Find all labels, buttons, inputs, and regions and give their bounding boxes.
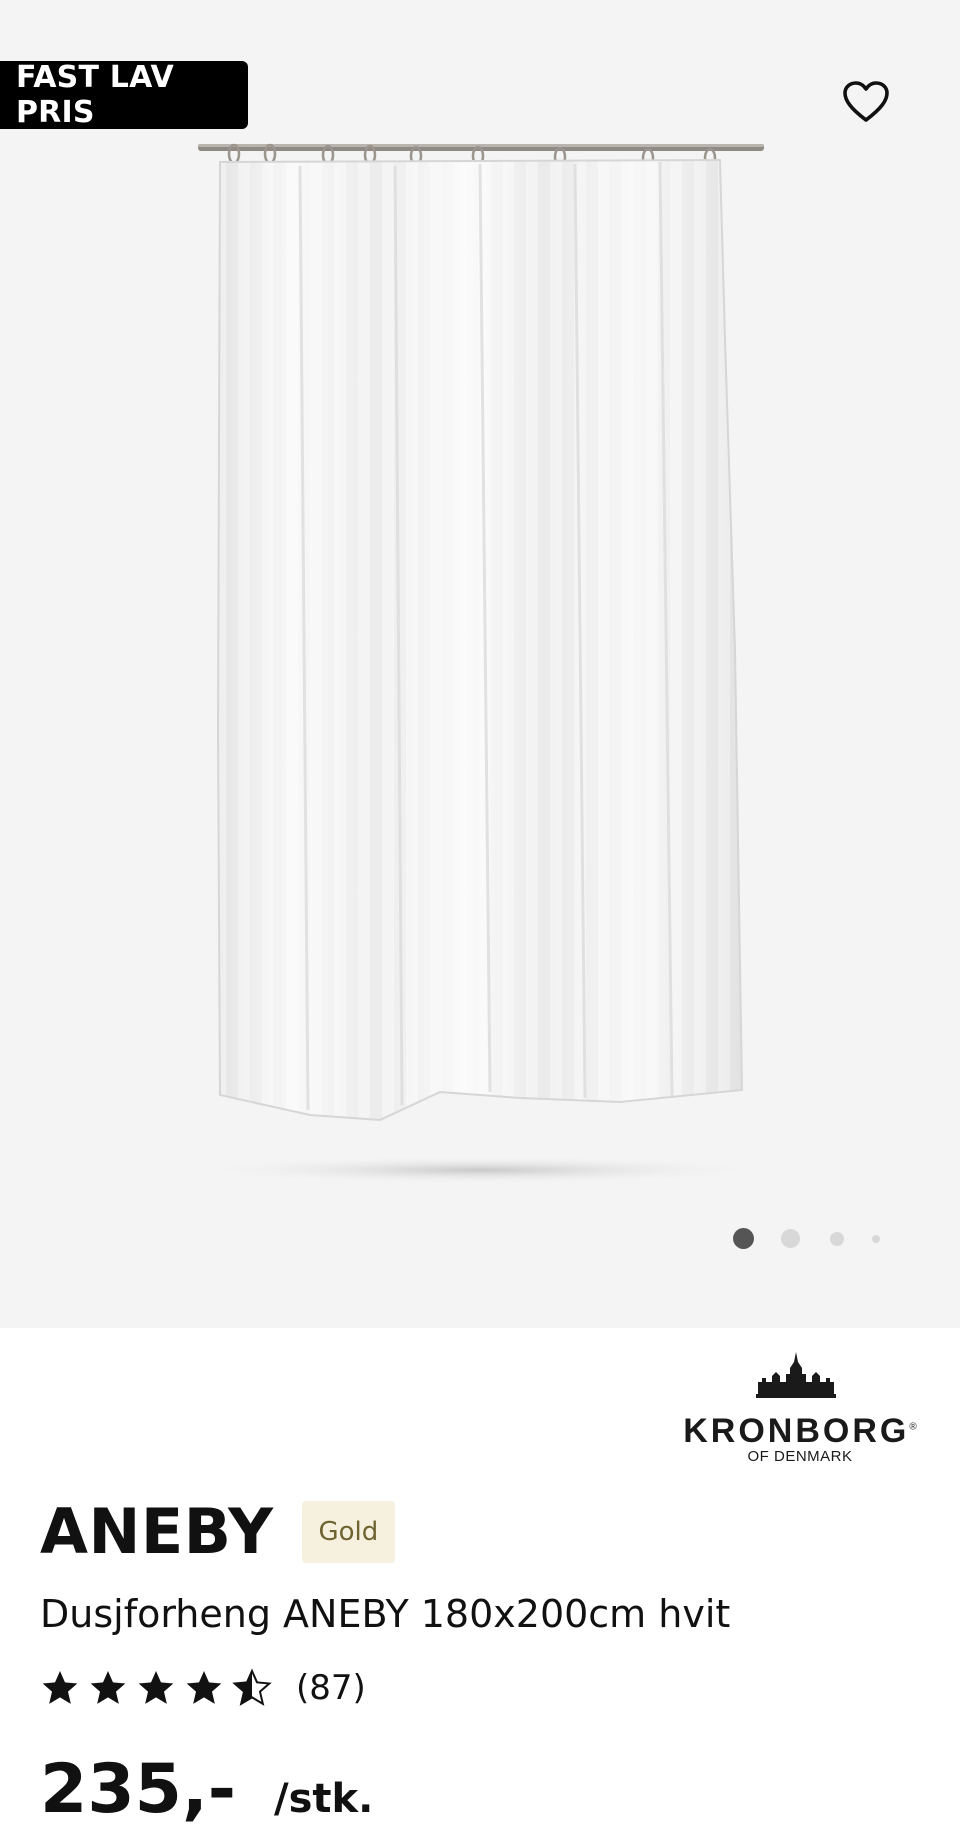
image-pagination-dots[interactable]: [0, 1226, 960, 1250]
tier-badge: Gold: [301, 1501, 396, 1563]
price-row: 235,- /stk.: [40, 1750, 373, 1830]
pagination-dot-1[interactable]: [733, 1228, 754, 1249]
product-rating[interactable]: (87): [40, 1662, 366, 1714]
product-image-gallery[interactable]: FAST LAV PRIS: [0, 0, 960, 1328]
pagination-dot-4[interactable]: [872, 1235, 880, 1243]
registered-mark: ®: [909, 1421, 917, 1433]
brand-logo[interactable]: KRONBORG® OF DENMARK: [680, 1346, 920, 1465]
heart-outline-icon: [843, 81, 889, 122]
product-price: 235,-: [40, 1750, 236, 1829]
pagination-dot-3[interactable]: [830, 1232, 844, 1246]
star-filled-icon: [186, 1671, 222, 1704]
product-image: [190, 143, 770, 1184]
rating-count[interactable]: (87): [296, 1668, 366, 1708]
star-filled-icon: [90, 1671, 126, 1704]
product-title: ANEBY: [40, 1495, 274, 1568]
product-description: Dusjforheng ANEBY 180x200cm hvit: [40, 1592, 731, 1636]
fast-low-price-badge: FAST LAV PRIS: [0, 60, 248, 130]
price-unit: /stk.: [274, 1776, 374, 1822]
brand-name: KRONBORG®: [683, 1412, 917, 1450]
star-filled-icon: [42, 1671, 78, 1704]
castle-logo-icon: [756, 1352, 836, 1398]
pagination-dot-2[interactable]: [781, 1229, 800, 1248]
star-filled-icon: [138, 1671, 174, 1704]
product-title-row: ANEBY Gold: [40, 1495, 396, 1568]
favorite-button[interactable]: [838, 74, 894, 130]
star-half-icon: [232, 1668, 272, 1706]
rating-stars: [40, 1668, 280, 1708]
brand-subtitle: OF DENMARK: [747, 1448, 853, 1465]
